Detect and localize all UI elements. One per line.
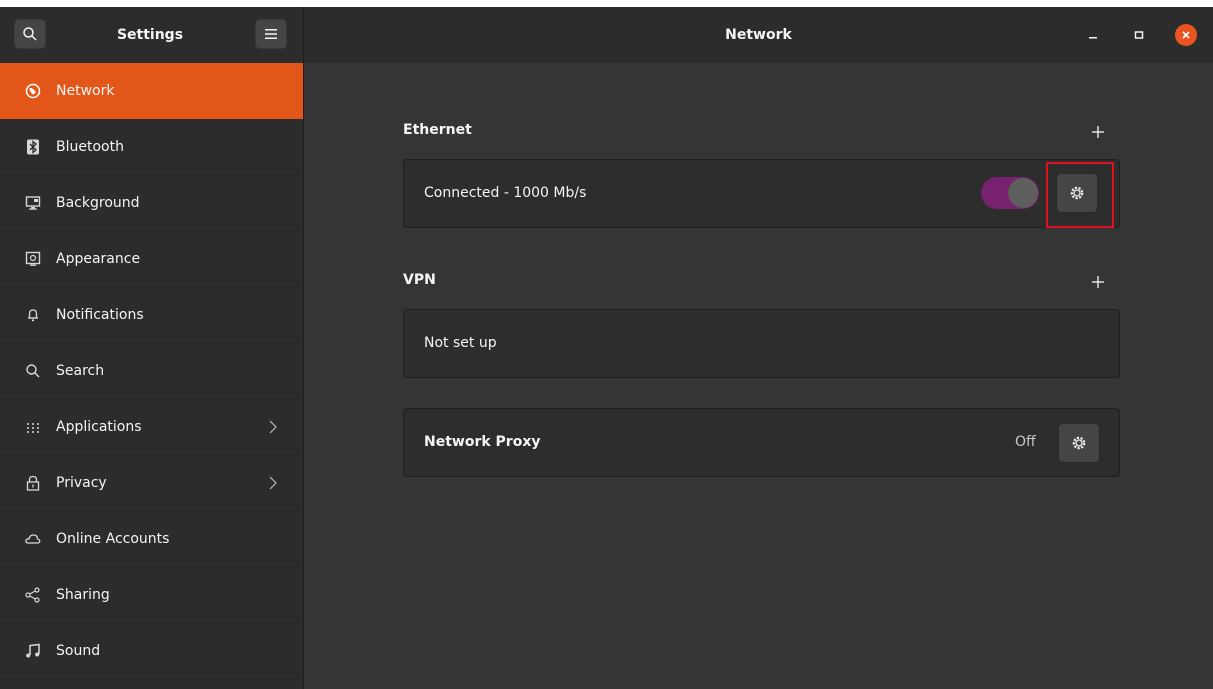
sidebar-item-label: Network xyxy=(56,82,115,99)
vpn-status: Not set up xyxy=(424,335,497,351)
sidebar-item-search[interactable]: Search xyxy=(0,343,303,399)
plus-icon xyxy=(1092,276,1104,288)
search-icon xyxy=(24,362,42,380)
sidebar-item-online-accounts[interactable]: Online Accounts xyxy=(0,511,303,567)
network-proxy-label: Network Proxy xyxy=(424,434,541,450)
background-monitor-icon xyxy=(24,194,42,212)
proxy-state-label: Off xyxy=(1015,434,1036,450)
sidebar-item-applications[interactable]: Applications xyxy=(0,399,303,455)
sidebar-item-label: Search xyxy=(56,362,105,379)
apps-grid-icon xyxy=(24,418,42,436)
cloud-icon xyxy=(24,530,42,548)
search-button[interactable] xyxy=(14,19,46,49)
close-icon xyxy=(1182,31,1190,39)
sidebar-title: Settings xyxy=(116,27,184,43)
sidebar-item-label: Sharing xyxy=(56,586,110,603)
maximize-icon xyxy=(1134,31,1144,39)
desktop-strip xyxy=(0,0,1213,7)
sidebar-item-label: Privacy xyxy=(56,474,107,491)
sidebar-headerbar: Settings xyxy=(0,7,304,63)
network-proxy-row[interactable]: Network Proxy Off xyxy=(403,408,1120,477)
bell-icon xyxy=(24,306,42,324)
hamburger-menu-icon xyxy=(265,29,277,39)
close-button[interactable] xyxy=(1175,24,1197,46)
sidebar-item-label: Sound xyxy=(56,642,101,659)
ethernet-status: Connected - 1000 Mb/s xyxy=(424,185,587,201)
main-headerbar: Network xyxy=(304,7,1213,63)
vpn-section-title: VPN xyxy=(403,272,436,288)
vpn-row: Not set up xyxy=(403,309,1120,378)
plus-icon xyxy=(1092,126,1104,138)
proxy-settings-button[interactable] xyxy=(1058,423,1100,463)
sidebar-item-background[interactable]: Background xyxy=(0,175,303,231)
sidebar: Network Bluetooth Background Appearance … xyxy=(0,63,304,689)
sidebar-item-sound[interactable]: Sound xyxy=(0,623,303,679)
lock-icon xyxy=(24,474,42,492)
toggle-knob xyxy=(1008,178,1038,208)
chevron-right-icon xyxy=(269,419,277,438)
sidebar-item-label: Bluetooth xyxy=(56,138,124,155)
sidebar-item-label: Background xyxy=(56,194,140,211)
sidebar-item-label: Applications xyxy=(56,418,142,435)
network-globe-icon xyxy=(24,82,42,100)
bluetooth-icon xyxy=(24,138,42,156)
appearance-icon xyxy=(24,250,42,268)
ethernet-section-title: Ethernet xyxy=(403,122,472,138)
sidebar-item-label: Appearance xyxy=(56,250,141,267)
menu-button[interactable] xyxy=(255,19,287,49)
gear-icon xyxy=(1072,436,1086,450)
settings-window: Settings Network Network Bluetooth Backg… xyxy=(0,7,1213,689)
minimize-button[interactable] xyxy=(1082,24,1104,46)
sidebar-item-label: Notifications xyxy=(56,306,144,323)
share-icon xyxy=(24,586,42,604)
sidebar-item-sharing[interactable]: Sharing xyxy=(0,567,303,623)
add-ethernet-button[interactable] xyxy=(1089,123,1107,141)
sidebar-item-bluetooth[interactable]: Bluetooth xyxy=(0,119,303,175)
chevron-right-icon xyxy=(269,475,277,494)
sidebar-item-notifications[interactable]: Notifications xyxy=(0,287,303,343)
sidebar-item-label: Online Accounts xyxy=(56,530,170,547)
maximize-button[interactable] xyxy=(1128,24,1150,46)
ethernet-connection-row: Connected - 1000 Mb/s xyxy=(403,159,1120,228)
sidebar-item-privacy[interactable]: Privacy xyxy=(0,455,303,511)
window-title: Network xyxy=(725,27,792,43)
highlight-box xyxy=(1046,162,1114,228)
ethernet-toggle[interactable] xyxy=(981,177,1039,209)
sidebar-item-appearance[interactable]: Appearance xyxy=(0,231,303,287)
search-icon xyxy=(23,27,37,41)
minimize-icon xyxy=(1089,37,1097,39)
network-panel: Ethernet Connected - 1000 Mb/s VPN Not s… xyxy=(304,63,1213,689)
music-note-icon xyxy=(24,642,42,660)
add-vpn-button[interactable] xyxy=(1089,273,1107,291)
sidebar-item-network[interactable]: Network xyxy=(0,63,303,119)
